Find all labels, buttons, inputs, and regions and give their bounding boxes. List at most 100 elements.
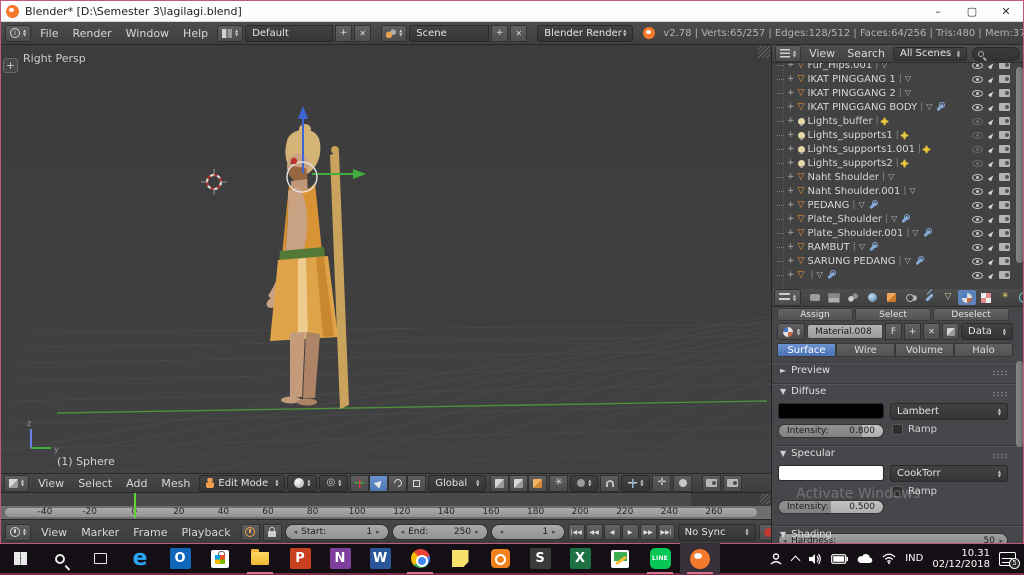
playback-button-play[interactable]: ▶: [621, 524, 639, 540]
maximize-button[interactable]: ▢: [955, 1, 989, 21]
outliner-row-ikat-pinggang-2[interactable]: IKAT PINGGANG 2 |: [772, 86, 1023, 100]
restrict-render-camera-icon[interactable]: [999, 117, 1010, 125]
render-engine-select[interactable]: Blender Render: [537, 24, 634, 42]
material-type-button-wire[interactable]: Wire: [836, 343, 895, 357]
browse-material-button[interactable]: [777, 323, 806, 340]
outliner-row-fur-hips[interactable]: Fur_Hips.001 |: [772, 63, 1023, 72]
editor-type-selector[interactable]: [774, 289, 802, 306]
expand-icon[interactable]: [787, 159, 795, 168]
volume-icon[interactable]: [808, 553, 822, 565]
taskbar-item-line[interactable]: LINE: [640, 543, 680, 574]
current-frame-indicator[interactable]: [134, 493, 136, 518]
restrict-view-eye-icon[interactable]: [971, 229, 983, 237]
add-layout-button[interactable]: [335, 24, 353, 42]
diffuse-intensity-slider[interactable]: Intensity: 0.800: [778, 424, 884, 438]
taskbar-item-store[interactable]: [200, 543, 240, 574]
taskbar-item-search[interactable]: [40, 543, 80, 574]
toolshelf-expand-button[interactable]: +: [3, 58, 18, 73]
scene-browse-button[interactable]: [381, 24, 408, 42]
restrict-select-cursor-icon[interactable]: [988, 145, 994, 154]
infobar-menu-window[interactable]: Window: [119, 27, 176, 40]
opengl-render-button[interactable]: [702, 474, 722, 492]
restrict-select-cursor-icon[interactable]: [988, 103, 994, 112]
object-name[interactable]: Lights_supports1.001: [808, 144, 915, 155]
restrict-view-eye-icon[interactable]: [971, 159, 983, 167]
face-select-button[interactable]: [528, 474, 548, 492]
restrict-view-eye-icon[interactable]: [971, 63, 983, 69]
scene-name-field[interactable]: Scene: [409, 24, 490, 42]
expand-icon[interactable]: [787, 63, 795, 70]
vertex-select-button[interactable]: [490, 474, 510, 492]
properties-tab-particles[interactable]: [996, 290, 1014, 305]
restrict-view-eye-icon[interactable]: [971, 103, 983, 111]
restrict-view-eye-icon[interactable]: [971, 173, 983, 181]
restrict-view-eye-icon[interactable]: [971, 117, 983, 125]
properties-tab-object[interactable]: [882, 290, 900, 305]
expand-icon[interactable]: [787, 117, 795, 126]
snap-peel-button[interactable]: [673, 474, 693, 492]
infobar-menu-file[interactable]: File: [33, 27, 65, 40]
object-name[interactable]: RAMBUT: [807, 242, 849, 253]
timeline-scrollbar[interactable]: [5, 508, 757, 517]
region-corner-handle[interactable]: [758, 46, 770, 58]
expand-icon[interactable]: [787, 271, 795, 280]
people-icon[interactable]: [769, 552, 783, 566]
diffuse-panel-header[interactable]: ▼ Diffuse: [780, 386, 826, 397]
proportional-edit-button[interactable]: [600, 474, 620, 492]
outliner-search-input[interactable]: [971, 46, 1020, 61]
diffuse-color-swatch[interactable]: [778, 403, 884, 419]
playback-button-play-reverse[interactable]: ◀: [603, 524, 621, 540]
object-name[interactable]: Naht Shoulder: [807, 172, 879, 183]
taskbar-item-powerpoint[interactable]: P: [280, 543, 320, 574]
restrict-view-eye-icon[interactable]: [971, 75, 983, 83]
outliner-row-sarung-pedang[interactable]: SARUNG PEDANG |: [772, 254, 1023, 268]
show-nodes-button[interactable]: [942, 323, 959, 340]
object-name[interactable]: Naht Shoulder.001: [807, 186, 900, 197]
restrict-select-cursor-icon[interactable]: [988, 75, 994, 84]
taskbar-item-task-view[interactable]: [80, 543, 120, 574]
current-frame-field[interactable]: ◂ 1 ▸: [490, 524, 565, 540]
fake-user-button[interactable]: F: [885, 323, 902, 340]
minimize-button[interactable]: –: [921, 1, 955, 21]
start-frame-field[interactable]: ◂ Start: 1 ▸: [284, 524, 389, 540]
restrict-view-eye-icon[interactable]: [971, 131, 983, 139]
snap-element-select[interactable]: [621, 474, 651, 492]
restrict-select-cursor-icon[interactable]: [988, 271, 994, 280]
outliner-menu-view[interactable]: View: [803, 47, 841, 60]
taskbar-item-excel[interactable]: X: [560, 543, 600, 574]
taskbar-item-sublime[interactable]: S: [520, 543, 560, 574]
restrict-select-cursor-icon[interactable]: [988, 89, 994, 98]
new-material-button[interactable]: [904, 323, 921, 340]
snap-target-button[interactable]: ✛: [652, 474, 672, 492]
object-name[interactable]: IKAT PINGGANG BODY: [807, 102, 917, 113]
expand-icon[interactable]: [787, 89, 795, 98]
properties-tab-render[interactable]: [806, 290, 824, 305]
taskbar-item-photos[interactable]: [600, 543, 640, 574]
outliner-row-pedang[interactable]: PEDANG |: [772, 198, 1023, 212]
3d-viewport[interactable]: y z Right Persp (1) Sphere +: [1, 45, 771, 473]
restrict-view-eye-icon[interactable]: [971, 89, 983, 97]
restrict-render-camera-icon[interactable]: [999, 103, 1010, 111]
restrict-render-camera-icon[interactable]: [999, 131, 1010, 139]
shading-panel-header[interactable]: ▼ Shading: [780, 529, 832, 540]
material-type-button-volume[interactable]: Volume: [895, 343, 954, 357]
restrict-select-cursor-icon[interactable]: [988, 63, 994, 70]
specular-color-swatch[interactable]: [778, 465, 884, 481]
restrict-render-camera-icon[interactable]: [999, 215, 1010, 223]
outliner-row-ikat-pinggang-1[interactable]: IKAT PINGGANG 1 |: [772, 72, 1023, 86]
expand-icon[interactable]: [787, 145, 795, 154]
viewport-shading-select[interactable]: [287, 474, 318, 492]
taskbar-item-sticky-notes[interactable]: [440, 543, 480, 574]
expand-icon[interactable]: [787, 173, 795, 182]
manipulator-toggle-button[interactable]: [350, 474, 370, 492]
restrict-render-camera-icon[interactable]: [999, 201, 1010, 209]
restrict-render-camera-icon[interactable]: [999, 271, 1010, 279]
expand-icon[interactable]: [787, 257, 795, 266]
expand-icon[interactable]: [787, 215, 795, 224]
properties-tab-constraints[interactable]: [901, 290, 919, 305]
close-button[interactable]: ✕: [989, 1, 1023, 21]
data-link-select[interactable]: Data: [961, 323, 1013, 340]
lock-time-button[interactable]: [262, 523, 282, 541]
restrict-render-camera-icon[interactable]: [999, 243, 1010, 251]
preview-panel-header[interactable]: ► Preview: [780, 365, 830, 376]
